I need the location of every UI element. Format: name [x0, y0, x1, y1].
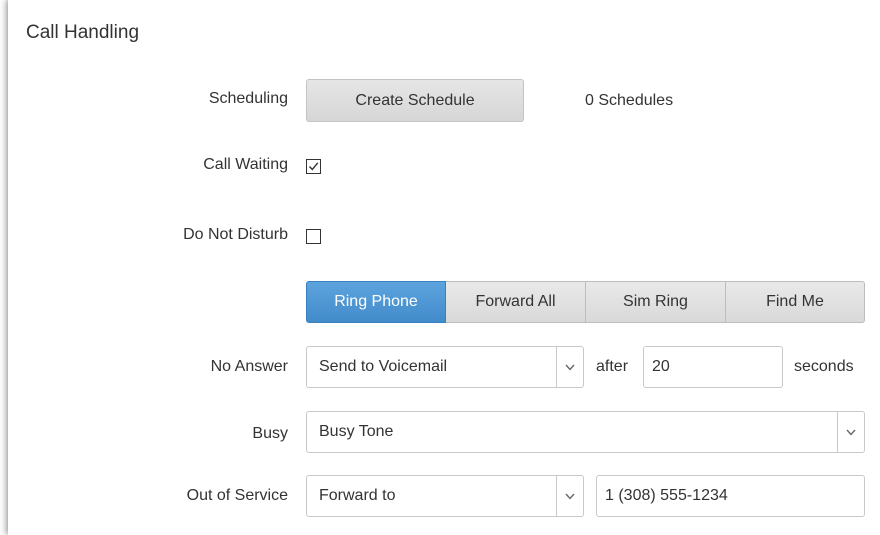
segment-find-me[interactable]: Find Me — [726, 281, 865, 323]
busy-label: Busy — [252, 425, 288, 442]
forward-number-input[interactable]: 1 (308) 555-1234 — [596, 475, 865, 517]
call-waiting-checkbox[interactable] — [306, 159, 321, 174]
call-waiting-label: Call Waiting — [203, 156, 288, 173]
do-not-disturb-checkbox[interactable] — [306, 229, 321, 244]
out-of-service-select-value: Forward to — [319, 487, 396, 504]
no-answer-select[interactable]: Send to Voicemail — [306, 346, 584, 388]
forward-number-value: 1 (308) 555-1234 — [605, 487, 728, 504]
segment-sim-ring[interactable]: Sim Ring — [586, 281, 726, 323]
out-of-service-label: Out of Service — [186, 487, 288, 504]
chevron-down-icon — [837, 412, 864, 452]
seconds-label: seconds — [794, 358, 854, 375]
section-title: Call Handling — [26, 22, 140, 43]
create-schedule-button[interactable]: Create Schedule — [306, 79, 524, 122]
out-of-service-select[interactable]: Forward to — [306, 475, 584, 517]
no-answer-label: No Answer — [210, 358, 288, 375]
busy-select[interactable]: Busy Tone — [306, 411, 865, 453]
schedule-count: 0 Schedules — [585, 92, 674, 109]
seconds-value: 20 — [652, 358, 670, 375]
no-answer-seconds-input[interactable]: 20 — [643, 346, 783, 388]
chevron-down-icon — [556, 476, 583, 516]
no-answer-select-value: Send to Voicemail — [319, 358, 448, 375]
ring-mode-segmented-control: Ring Phone Forward All Sim Ring Find Me — [306, 281, 865, 323]
segment-forward-all[interactable]: Forward All — [446, 281, 586, 323]
checkmark-icon — [308, 162, 319, 171]
segment-ring-phone[interactable]: Ring Phone — [306, 281, 446, 323]
after-label: after — [596, 358, 629, 375]
do-not-disturb-label: Do Not Disturb — [183, 226, 288, 243]
scheduling-label: Scheduling — [208, 90, 288, 107]
busy-select-value: Busy Tone — [319, 423, 394, 440]
call-handling-panel: Call Handling Scheduling Create Schedule… — [8, 0, 880, 535]
chevron-down-icon — [556, 347, 583, 387]
